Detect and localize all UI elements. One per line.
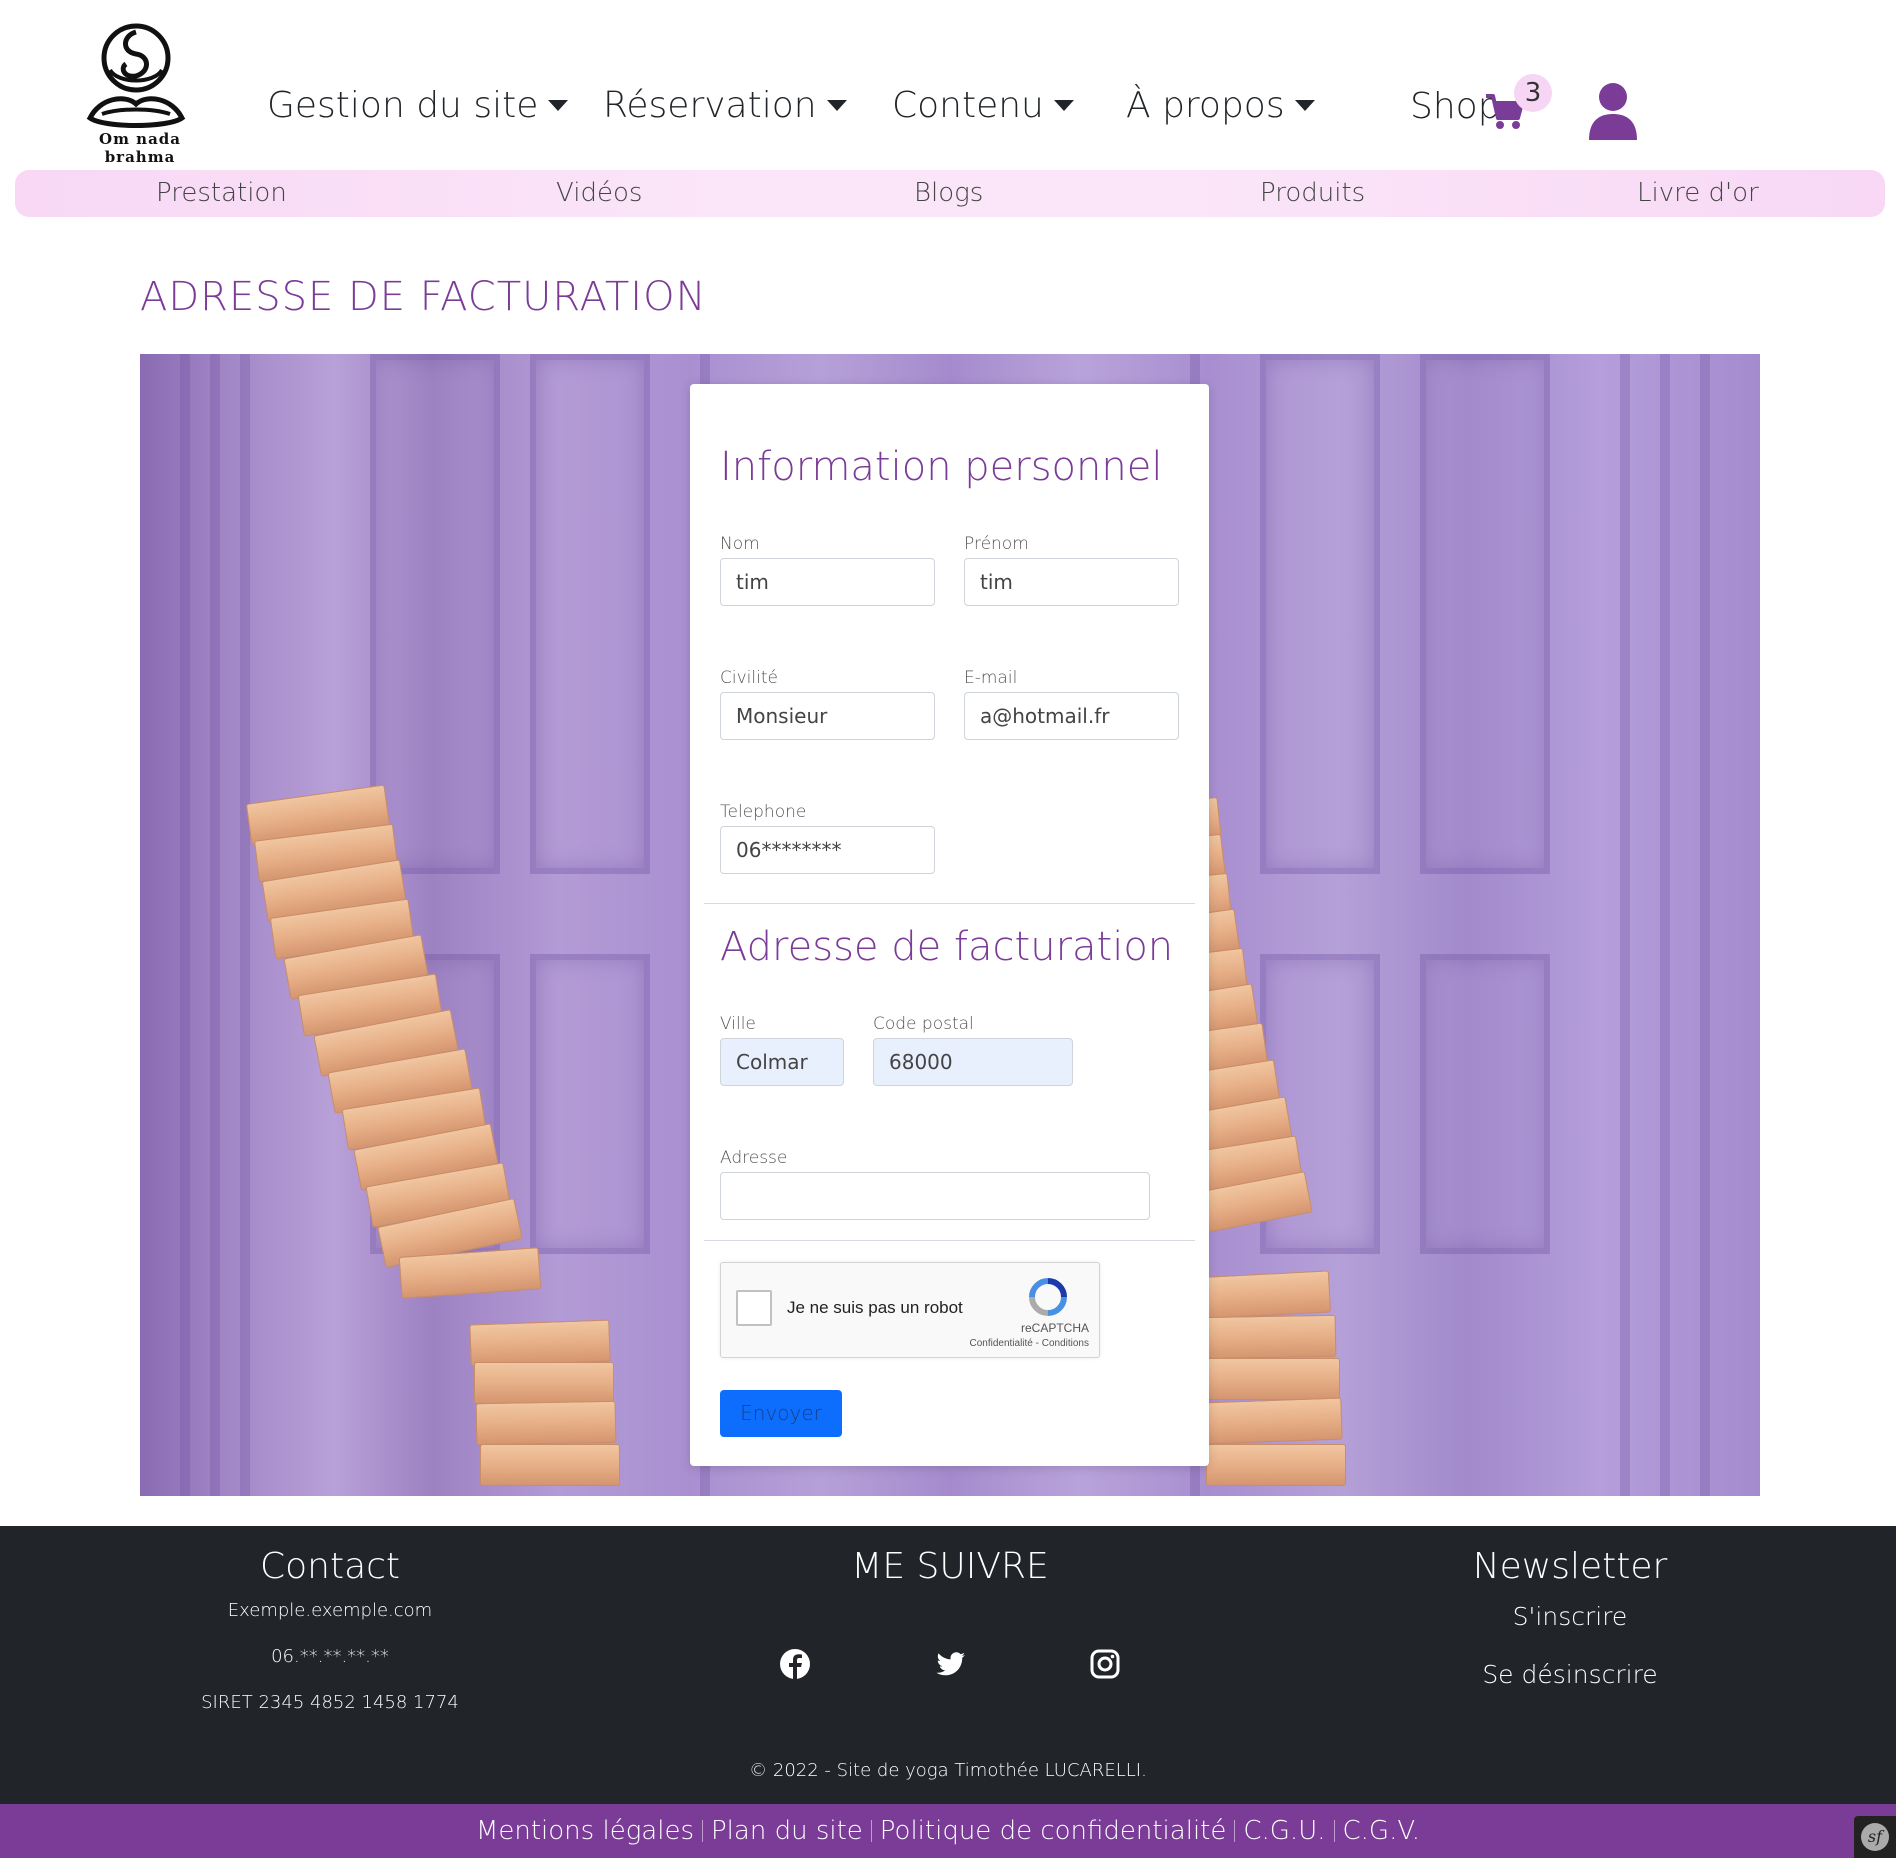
symfony-logo-icon: sf: [1861, 1823, 1889, 1851]
facebook-icon[interactable]: [779, 1648, 811, 1680]
contact-siret: SIRET 2345 4852 1458 1774: [201, 1692, 459, 1713]
nav-reservation[interactable]: Réservation: [603, 85, 847, 126]
contact-email: Exemple.exemple.com: [227, 1600, 433, 1621]
email-input[interactable]: a@hotmail.fr: [964, 692, 1179, 740]
prenom-input[interactable]: tim: [964, 558, 1179, 606]
newsletter-heading: Newsletter: [1472, 1546, 1668, 1587]
recaptcha-brand: reCAPTCHA: [1020, 1321, 1089, 1335]
cart-count-badge: 3: [1514, 74, 1552, 112]
newsletter-subscribe-link[interactable]: S'inscrire: [1420, 1602, 1720, 1631]
nav-contenu[interactable]: Contenu: [892, 85, 1074, 126]
nav-gestion-du-site[interactable]: Gestion du site: [267, 85, 569, 126]
legal-mentions-link[interactable]: Mentions légales: [476, 1816, 694, 1846]
caret-down-icon: [1294, 100, 1315, 111]
ville-input[interactable]: Colmar: [720, 1038, 844, 1086]
billing-form-card: Information personnel Nom tim Prénom tim…: [690, 384, 1209, 1466]
nav-label: À propos: [1126, 85, 1285, 126]
legal-separator: [1234, 1820, 1236, 1842]
symfony-debug-toolbar[interactable]: sf: [1854, 1816, 1896, 1858]
code-postal-label: Code postal: [873, 1014, 974, 1034]
newsletter-unsubscribe-link[interactable]: Se désinscrire: [1420, 1660, 1720, 1689]
caret-down-icon: [548, 100, 569, 111]
section-divider: [704, 903, 1195, 904]
legal-cgv-link[interactable]: C.G.V.: [1343, 1816, 1421, 1846]
email-label: E-mail: [964, 668, 1018, 688]
instagram-icon[interactable]: [1089, 1648, 1121, 1680]
page: Om nada brahma Gestion du site Réservati…: [0, 0, 1896, 1858]
recaptcha-label: Je ne suis pas un robot: [787, 1298, 963, 1317]
legal-separator: [870, 1820, 872, 1842]
subnav-videos[interactable]: Vidéos: [556, 178, 642, 208]
legal-separator: [702, 1820, 703, 1842]
footer: Contact Exemple.exemple.com 06.**.**.**.…: [0, 1526, 1896, 1804]
personal-info-title: Information personnel: [720, 444, 1163, 490]
nav-label: Réservation: [603, 85, 817, 126]
legal-sitemap-link[interactable]: Plan du site: [711, 1816, 863, 1846]
telephone-label: Telephone: [720, 802, 807, 822]
subnav-livre-dor[interactable]: Livre d'or: [1637, 178, 1759, 208]
submit-button[interactable]: Envoyer: [720, 1390, 842, 1437]
social-heading: ME SUIVRE: [851, 1546, 1049, 1587]
contact-phone: 06.**.**.**.**: [271, 1646, 389, 1667]
recaptcha-widget: Je ne suis pas un robot reCAPTCHA Confid…: [720, 1262, 1100, 1358]
legal-privacy-link[interactable]: Politique de confidentialité: [880, 1816, 1227, 1846]
section-divider: [704, 1240, 1195, 1241]
recaptcha-logo-icon: [1029, 1278, 1067, 1316]
nom-input[interactable]: tim: [720, 558, 935, 606]
legal-links-bar: Mentions légales Plan du site Politique …: [0, 1804, 1896, 1858]
logo-text: Om nada brahma: [99, 130, 181, 166]
subnav-prestation[interactable]: Prestation: [156, 178, 287, 208]
civilite-input[interactable]: Monsieur: [720, 692, 935, 740]
billing-address-title: Adresse de facturation: [720, 924, 1174, 970]
legal-separator: [1333, 1820, 1335, 1842]
nom-label: Nom: [720, 534, 760, 554]
user-icon[interactable]: [1588, 82, 1638, 140]
ville-label: Ville: [720, 1014, 756, 1034]
subnav-produits[interactable]: Produits: [1260, 178, 1365, 208]
prenom-label: Prénom: [964, 534, 1029, 554]
site-logo[interactable]: Om nada brahma: [70, 18, 210, 166]
nav-label: Gestion du site: [267, 85, 539, 126]
adresse-input[interactable]: [720, 1172, 1150, 1220]
code-postal-input[interactable]: 68000: [873, 1038, 1073, 1086]
subnav-blogs[interactable]: Blogs: [914, 178, 983, 208]
page-title: ADRESSE DE FACTURATION: [140, 274, 707, 320]
recaptcha-checkbox[interactable]: [736, 1290, 772, 1326]
contact-heading: Contact: [259, 1546, 401, 1587]
civilite-label: Civilité: [720, 668, 778, 688]
legal-cgu-link[interactable]: C.G.U.: [1243, 1816, 1325, 1846]
copyright: © 2022 - Site de yoga Timothée LUCARELLI…: [749, 1760, 1147, 1781]
twitter-icon[interactable]: [935, 1648, 967, 1680]
caret-down-icon: [826, 100, 847, 111]
sub-navigation: Prestation Vidéos Blogs Produits Livre d…: [15, 170, 1885, 217]
recaptcha-links[interactable]: Confidentialité - Conditions: [911, 1338, 1089, 1349]
nav-label: Contenu: [892, 85, 1044, 126]
adresse-label: Adresse: [720, 1148, 788, 1168]
caret-down-icon: [1053, 100, 1074, 111]
meditation-figure-icon: [86, 23, 186, 128]
telephone-input[interactable]: 06********: [720, 826, 935, 874]
nav-a-propos[interactable]: À propos: [1126, 85, 1315, 126]
